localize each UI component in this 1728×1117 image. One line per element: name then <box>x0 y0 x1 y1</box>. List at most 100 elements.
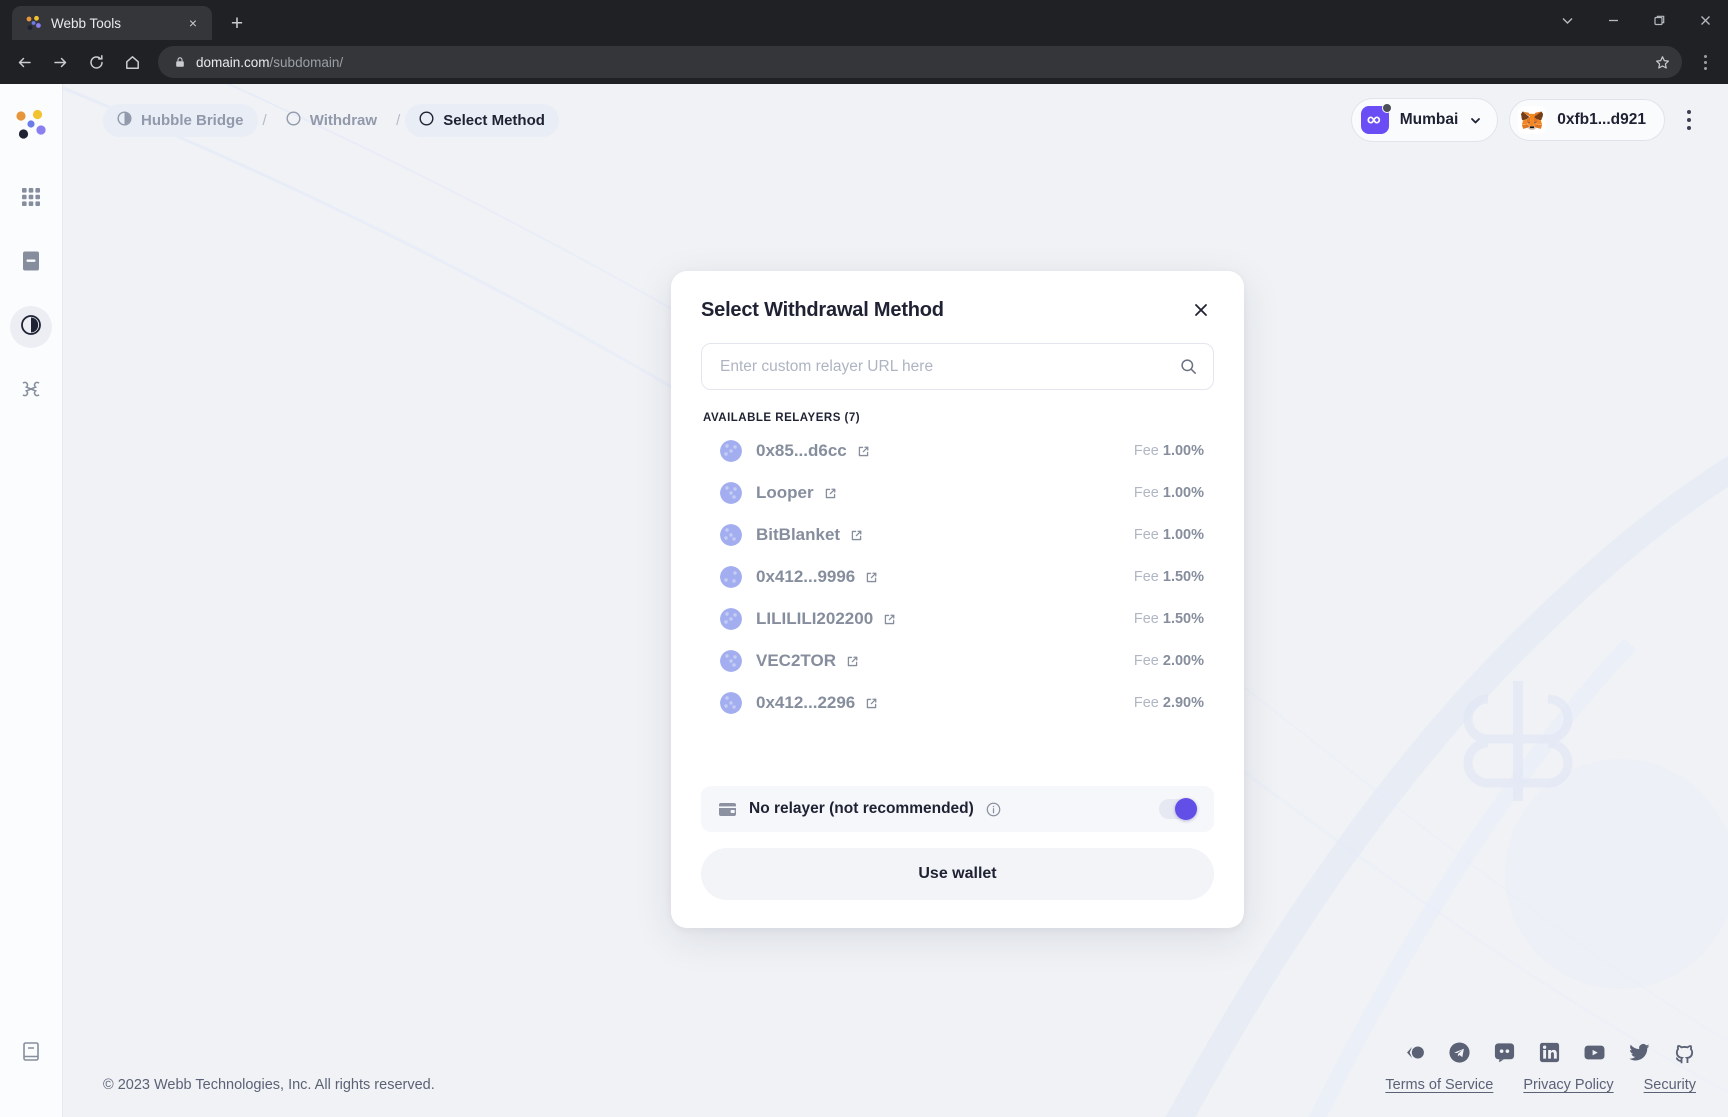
relayer-fee: Fee 1.00% <box>1133 443 1204 459</box>
link-privacy-policy[interactable]: Privacy Policy <box>1523 1077 1613 1093</box>
linkedin-icon[interactable] <box>1538 1041 1561 1064</box>
sidebar-item-statistics[interactable] <box>10 242 52 284</box>
new-tab-button[interactable]: + <box>222 8 252 38</box>
social-links <box>1403 1041 1696 1064</box>
breadcrumb-item-hubble-bridge[interactable]: Hubble Bridge <box>103 103 258 137</box>
breadcrumb-label: Select Method <box>443 111 545 129</box>
breadcrumb-separator: / <box>396 111 401 129</box>
twitter-icon[interactable] <box>1628 1041 1651 1064</box>
webb-logo-icon <box>25 15 42 32</box>
relayer-row[interactable]: 0x85...d6cc Fee 1.00% <box>701 430 1214 472</box>
sidebar-item-docs[interactable] <box>10 1033 52 1075</box>
breadcrumb-label: Withdraw <box>309 111 378 129</box>
watermark-logo <box>1428 651 1608 836</box>
more-vertical-icon[interactable] <box>1676 104 1702 136</box>
bookmark-star-icon[interactable] <box>1648 48 1676 76</box>
breadcrumb-item-select-method[interactable]: Select Method <box>405 103 559 137</box>
relayer-search-field[interactable] <box>701 343 1214 390</box>
breadcrumb-label: Hubble Bridge <box>141 111 244 129</box>
chain-selector-button[interactable]: Mumbai <box>1350 98 1499 142</box>
browser-tab[interactable]: Webb Tools × <box>12 6 212 40</box>
breadcrumb-separator: / <box>262 111 267 129</box>
available-relayers-header: AVAILABLE RELAYERS (7) <box>703 412 861 424</box>
external-link-icon[interactable] <box>824 487 837 500</box>
back-icon[interactable] <box>8 46 40 78</box>
info-circle-icon[interactable] <box>986 802 1001 817</box>
topbar-actions: Mumbai 0xfb1...d921 <box>1350 98 1702 142</box>
relayer-name: VEC2TOR <box>756 651 836 670</box>
home-icon[interactable] <box>116 46 148 78</box>
commit-icon[interactable] <box>1403 1041 1426 1064</box>
forward-icon[interactable] <box>44 46 76 78</box>
breadcrumb-item-withdraw[interactable]: Withdraw <box>272 104 391 137</box>
relayer-fee: Fee 2.90% <box>1133 695 1204 711</box>
circle-icon <box>419 110 434 130</box>
external-link-icon[interactable] <box>857 445 870 458</box>
relayer-row[interactable]: BitBlanket Fee 1.00% <box>701 514 1214 556</box>
sidebar-item-apps-grid[interactable] <box>10 178 52 220</box>
relayer-row[interactable]: 0x412...9996 Fee 1.50% <box>701 556 1214 598</box>
close-window-icon[interactable] <box>1682 0 1728 40</box>
relayer-row[interactable]: 0x412...2296 Fee 2.90% <box>701 682 1214 724</box>
maximize-icon[interactable] <box>1636 0 1682 40</box>
external-link-icon[interactable] <box>846 655 859 668</box>
link-security[interactable]: Security <box>1644 1077 1696 1093</box>
modal-title: Select Withdrawal Method <box>701 298 944 321</box>
telegram-icon[interactable] <box>1448 1041 1471 1064</box>
close-tab-icon[interactable]: × <box>184 14 202 32</box>
wallet-icon <box>718 801 737 818</box>
footer: © 2023 Webb Technologies, Inc. All right… <box>63 1031 1728 1117</box>
relayer-row[interactable]: VEC2TOR Fee 2.00% <box>701 640 1214 682</box>
relayer-avatar-icon <box>720 524 742 546</box>
relayer-avatar-icon <box>720 440 742 462</box>
polygon-chain-icon <box>1360 103 1392 134</box>
chevron-down-icon <box>1469 114 1482 127</box>
select-withdrawal-method-modal: Select Withdrawal Method AVAILABLE <box>671 271 1244 928</box>
relayer-name: LILILILI202200 <box>756 609 874 628</box>
discord-icon[interactable] <box>1493 1041 1516 1064</box>
relayer-row[interactable]: Looper Fee 1.00% <box>701 472 1214 514</box>
use-wallet-button[interactable]: Use wallet <box>701 848 1214 900</box>
external-link-icon[interactable] <box>865 571 878 584</box>
relayer-row[interactable]: LILILILI202200 Fee 1.50% <box>701 598 1214 640</box>
search-input[interactable] <box>720 357 1170 376</box>
youtube-icon[interactable] <box>1583 1041 1606 1064</box>
tab-search-icon[interactable] <box>1544 0 1590 40</box>
sidebar-item-tangle-network[interactable] <box>10 370 52 412</box>
main-content: Hubble Bridge / Withdraw / Select Method… <box>63 84 1728 1117</box>
relayer-list: 0x85...d6cc Fee 1.00% Looper Fee 1.00% B… <box>701 430 1214 724</box>
search-icon[interactable] <box>1180 358 1197 375</box>
book-icon <box>21 1041 41 1068</box>
no-relayer-toggle[interactable] <box>1159 798 1197 820</box>
minimize-icon[interactable] <box>1590 0 1636 40</box>
relayer-name: 0x85...d6cc <box>756 441 847 460</box>
webb-logo[interactable] <box>14 108 48 142</box>
relayer-avatar-icon <box>720 566 742 588</box>
tangle-icon <box>20 379 42 404</box>
metamask-fox-icon <box>1518 106 1547 134</box>
no-relayer-option[interactable]: No relayer (not recommended) <box>701 786 1214 832</box>
relayer-avatar-icon <box>720 650 742 672</box>
external-link-icon[interactable] <box>883 613 896 626</box>
relayer-name: Looper <box>756 483 814 502</box>
reload-icon[interactable] <box>80 46 112 78</box>
address-bar[interactable]: domain.com/subdomain/ <box>158 46 1682 78</box>
wallet-button[interactable]: 0xfb1...d921 <box>1509 99 1665 141</box>
toggle-knob <box>1175 798 1197 820</box>
external-link-icon[interactable] <box>865 697 878 710</box>
browser-menu-icon[interactable] <box>1690 46 1720 78</box>
relayer-name: BitBlanket <box>756 525 841 544</box>
relayer-fee: Fee 1.00% <box>1133 485 1204 501</box>
circle-icon <box>286 110 301 130</box>
modal-footer: No relayer (not recommended) Use wallet <box>671 786 1244 928</box>
relayer-name: 0x412...9996 <box>756 567 856 586</box>
relayer-avatar-icon <box>720 482 742 504</box>
external-link-icon[interactable] <box>850 529 863 542</box>
close-icon[interactable] <box>1188 297 1214 323</box>
link-terms-of-service[interactable]: Terms of Service <box>1385 1077 1493 1093</box>
legal-links: Terms of Service Privacy Policy Security <box>1385 1077 1696 1093</box>
sidebar-item-hubble-bridge[interactable] <box>10 306 52 348</box>
coin-filled-icon <box>117 110 132 130</box>
github-icon[interactable] <box>1673 1041 1696 1064</box>
modal-header: Select Withdrawal Method <box>671 271 1244 331</box>
